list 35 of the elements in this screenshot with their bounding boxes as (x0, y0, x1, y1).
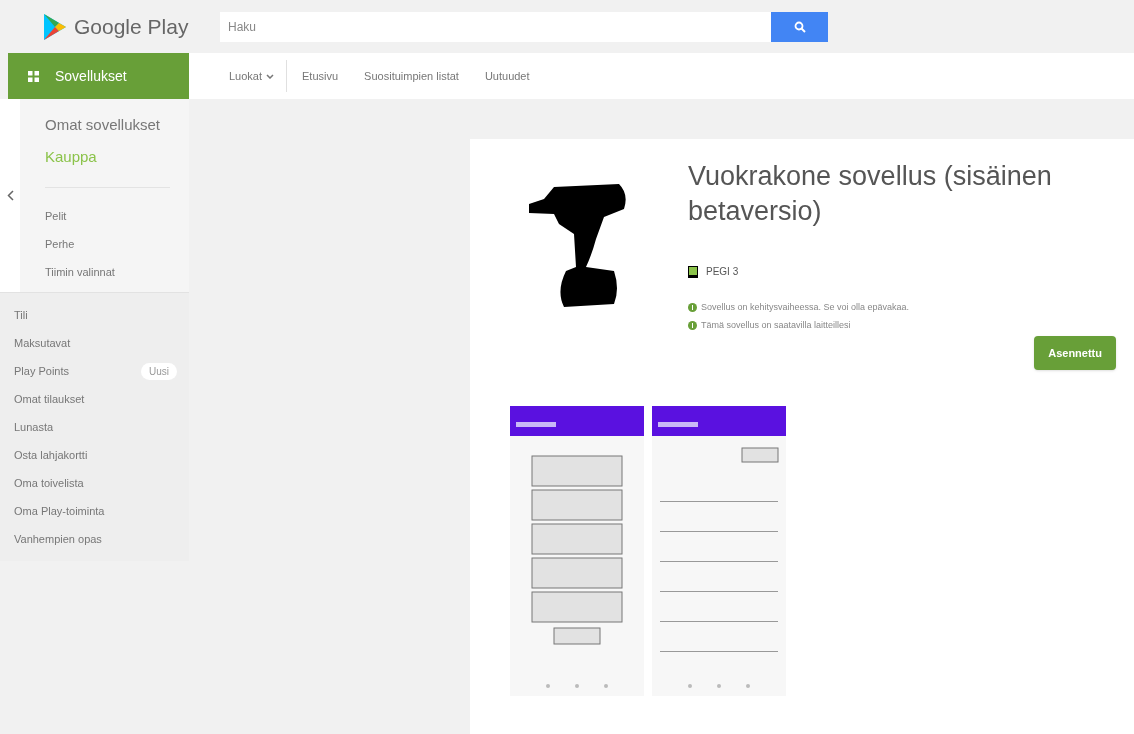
search-field[interactable]: Haku (220, 11, 771, 42)
menu-link[interactable]: Oma Play-toiminta (14, 502, 105, 520)
nav-link[interactable]: Etusivu (289, 67, 352, 85)
search-icon (793, 20, 806, 33)
nav-link[interactable]: Uutuudet (471, 67, 543, 85)
menu-link[interactable]: Omat tilaukset (14, 390, 85, 408)
grid-icon (28, 70, 39, 82)
notice-text: Tämä sovellus on saatavilla laitteillesi (701, 318, 851, 332)
menu-link[interactable]: Play Points (14, 362, 70, 380)
sidebar-item[interactable]: Omat sovellukset (45, 109, 189, 141)
menu-link[interactable]: Vanhempien opas (14, 530, 102, 548)
caret-icon (266, 73, 275, 79)
rating-icon (688, 265, 698, 278)
category-link[interactable]: Perhe (45, 230, 189, 258)
app-title: Vuokrakone sovellus (sisäinen betaversio) (688, 160, 1053, 229)
info-icon (688, 320, 697, 330)
collapse-icon[interactable] (6, 190, 14, 201)
nav-link[interactable]: Suosituimpien listat (351, 67, 472, 85)
menu-link[interactable]: Oma toivelista (14, 474, 84, 492)
logo-text: Google Play (74, 13, 189, 40)
category-link[interactable]: Pelit (45, 202, 189, 230)
apps-nav-item[interactable]: Sovellukset (8, 53, 189, 99)
menu-link[interactable]: Osta lahjakortti (14, 446, 88, 464)
menu-link[interactable]: Tili (14, 306, 28, 324)
play-logo-icon (44, 13, 66, 40)
install-button[interactable]: Asennettu (1034, 336, 1116, 371)
notice-text: Sovellus on kehitysvaiheessa. Se voi olla epävakaa. (701, 301, 910, 315)
menu-link[interactable]: Lunasta (14, 418, 54, 436)
categories-dropdown[interactable]: Luokat (229, 67, 287, 85)
info-icon (688, 303, 697, 313)
menu-link[interactable]: Maksutavat (14, 334, 71, 352)
category-link[interactable]: Tiimin valinnat (45, 258, 189, 286)
rating-label: PEGI 3 (706, 265, 739, 280)
search-button[interactable] (771, 11, 828, 42)
new-badge: Uusi (141, 362, 177, 380)
